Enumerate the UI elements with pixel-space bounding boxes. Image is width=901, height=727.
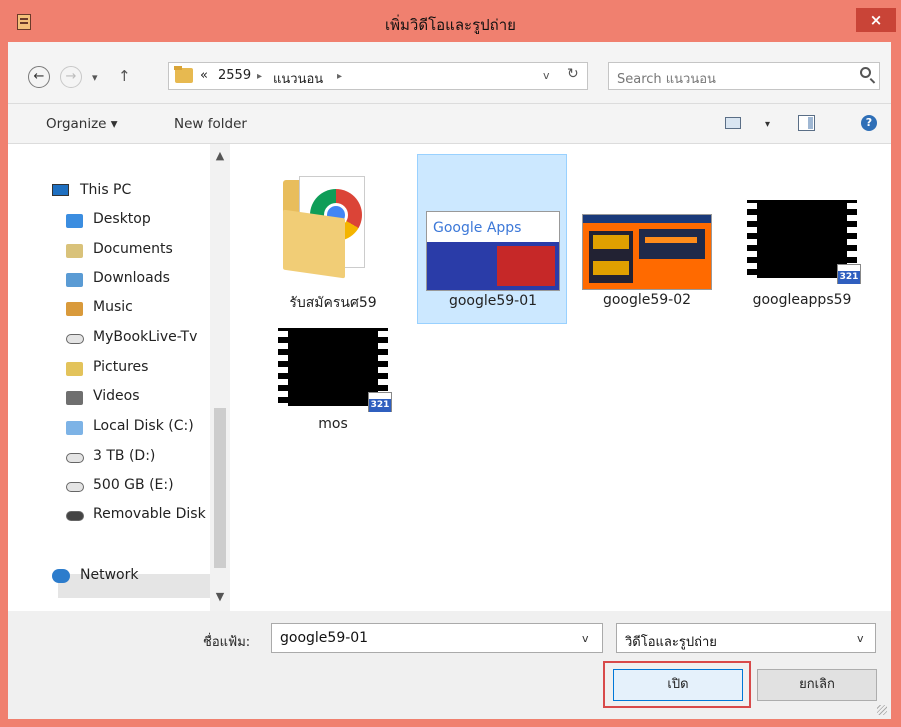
scroll-down-icon[interactable]: ▼ [210,589,230,605]
filetype-value: วิดีโอและรูปถ่าย [625,635,717,650]
file-item-google59-01[interactable]: Google Apps google59-01 [417,154,567,324]
pictures-folder-icon [66,362,83,376]
sidebar-item-documents[interactable]: Documents [93,241,173,257]
up-button[interactable]: ↑ [118,67,131,85]
sidebar-item-downloads[interactable]: Downloads [93,270,170,286]
sidebar-item-local-disk-c[interactable]: Local Disk (C:) [93,418,194,434]
filename-input[interactable]: google59-01 v [271,623,603,653]
view-options-dropdown-icon[interactable]: ▾ [765,119,770,130]
video-thumbnail: 321 [278,328,392,412]
view-options-icon[interactable] [725,117,741,129]
music-folder-icon [66,302,83,316]
cancel-button[interactable]: ยกเลิก [757,669,877,701]
organize-button[interactable]: Organize ▾ [46,116,118,132]
filetype-select[interactable]: วิดีโอและรูปถ่าย v [616,623,876,653]
desktop-folder-icon [66,214,83,228]
filename-value: google59-01 [280,630,369,646]
sidebar-scrollbar[interactable]: ▲ ▼ [210,144,230,611]
dialog-footer: ชื่อแฟ้ม: google59-01 v วิดีโอและรูปถ่าย… [8,611,891,719]
sidebar-item-removable-disk[interactable]: Removable Disk [93,506,206,522]
folder-thumbnail-icon [283,174,373,279]
media-player-badge-icon: 321 [368,392,392,412]
title-bar[interactable]: เพิ่มวิดีโอและรูปถ่าย × [0,0,901,38]
address-dropdown-icon[interactable]: v [543,69,550,82]
image-thumbnail [582,214,712,290]
sidebar-item-music[interactable]: Music [93,299,133,315]
file-name: รับสมัครนศ59 [289,295,377,311]
media-player-badge-icon: 321 [837,264,861,284]
videos-folder-icon [66,391,83,405]
new-folder-button[interactable]: New folder [174,116,247,132]
scroll-up-icon[interactable]: ▲ [210,148,230,164]
sidebar-item-desktop[interactable]: Desktop [93,211,151,227]
breadcrumb-2559[interactable]: 2559 [218,68,251,83]
sidebar-item-videos[interactable]: Videos [93,388,140,404]
resize-grip-icon[interactable] [877,705,887,715]
sidebar-item-network[interactable]: Network [80,567,138,583]
address-row: ← → ▾ ↑ « 2559 ▸ แนวนอน ▸ v ↻ Search แนว… [8,42,891,104]
sidebar-item-mybooklive[interactable]: MyBookLive-Tv [93,329,197,345]
sidebar-item-3tb-d[interactable]: 3 TB (D:) [93,448,155,464]
file-name: google59-01 [448,293,538,309]
close-button[interactable]: × [856,8,896,32]
folder-icon [174,66,193,83]
navigation-pane: This PC Desktop Documents Downloads Musi… [8,144,230,611]
file-item-folder[interactable]: รับสมัครนศ59 [258,154,408,324]
filename-dropdown-icon[interactable]: v [582,632,589,645]
forward-button[interactable]: → [60,66,82,88]
thumbnail-text: Google Apps [433,220,522,236]
search-placeholder: Search แนวนอน [617,72,716,87]
breadcrumb-separator-icon[interactable]: ▸ [337,71,342,82]
refresh-icon[interactable]: ↻ [567,66,579,82]
search-icon[interactable] [860,67,871,78]
breadcrumb-separator-icon[interactable]: ▸ [257,71,262,82]
file-name: mos [318,416,348,432]
file-item-googleapps59[interactable]: 321 googleapps59 [727,154,877,324]
documents-folder-icon [66,244,83,258]
scroll-thumb[interactable] [214,408,226,568]
file-name: google59-02 [602,292,692,308]
file-item-google59-02[interactable]: google59-02 [572,154,722,324]
breadcrumb-folder[interactable]: แนวนอน [273,68,323,89]
back-button[interactable]: ← [28,66,50,88]
drive-icon [66,482,84,492]
recent-locations-dropdown[interactable]: ▾ [92,71,98,84]
dialog-client: ← → ▾ ↑ « 2559 ▸ แนวนอน ▸ v ↻ Search แนว… [8,42,891,719]
network-drive-icon [66,334,84,344]
filename-label: ชื่อแฟ้ม: [203,635,251,650]
file-list: รับสมัครนศ59 Google Apps google59-01 goo… [230,144,891,611]
downloads-folder-icon [66,273,83,287]
file-name: googleapps59 [752,292,852,308]
dialog-window: เพิ่มวิดีโอและรูปถ่าย × ← → ▾ ↑ « 2559 ▸… [0,0,901,727]
sidebar-item-500gb-e[interactable]: 500 GB (E:) [93,477,174,493]
system-drive-icon [66,421,83,435]
file-item-mos[interactable]: 321 mos [258,314,408,484]
address-bar[interactable]: « 2559 ▸ แนวนอน ▸ v ↻ [168,62,588,90]
sidebar-item-pictures[interactable]: Pictures [93,359,148,375]
open-button-highlight [603,661,751,708]
network-icon [52,569,70,583]
sidebar-item-this-pc[interactable]: This PC [80,182,131,198]
removable-drive-icon [66,511,84,521]
window-title: เพิ่มวิดีโอและรูปถ่าย [385,16,516,34]
image-thumbnail: Google Apps [426,211,560,291]
drive-icon [66,453,84,463]
breadcrumb-overflow[interactable]: « [200,68,208,83]
computer-icon [52,184,69,196]
command-bar: Organize ▾ New folder ▾ ? [8,104,891,144]
filetype-dropdown-icon[interactable]: v [857,632,864,645]
search-input[interactable]: Search แนวนอน [608,62,880,90]
video-thumbnail: 321 [747,200,861,284]
help-icon[interactable]: ? [861,115,877,131]
preview-pane-icon[interactable] [798,115,815,131]
